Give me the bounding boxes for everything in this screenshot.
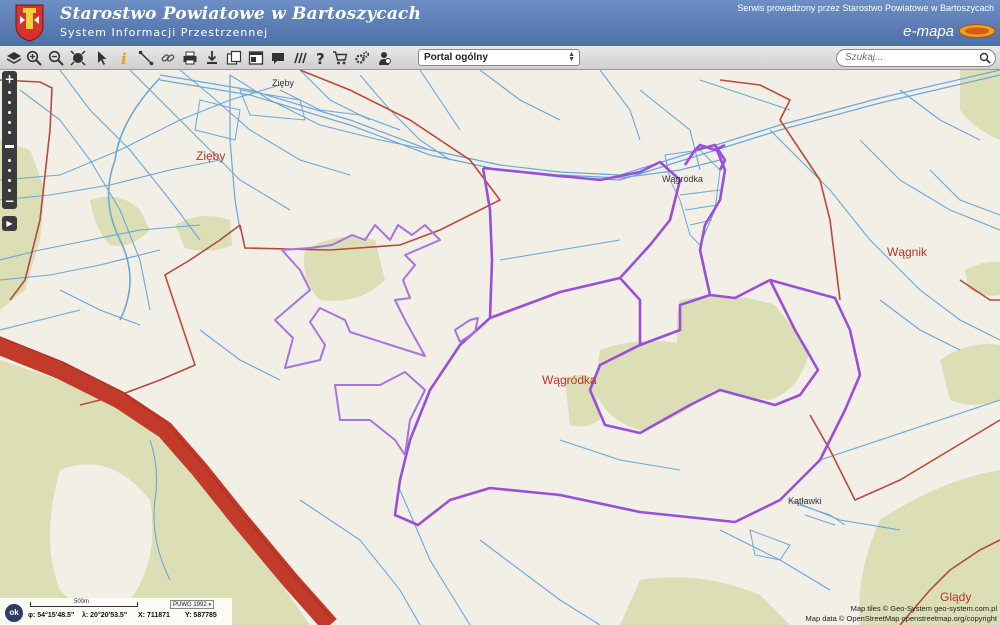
zoom-plus-icon[interactable]: + xyxy=(2,73,17,85)
portal-select-value: Portal ogólny xyxy=(424,52,488,63)
info-icon[interactable]: i xyxy=(115,49,133,67)
expand-panel-icon[interactable]: ▶ xyxy=(2,216,17,231)
toolbar: i ? Portal ogólny ▲ ▼ xyxy=(0,46,1000,70)
help-icon[interactable]: ? xyxy=(311,49,329,67)
zoom-tick xyxy=(8,101,11,104)
place-wagrodka-small-label: Wągródka xyxy=(662,174,704,184)
ok-button[interactable]: ok xyxy=(4,603,24,623)
scale-label: 500m xyxy=(74,599,90,605)
svg-text:?: ? xyxy=(316,50,325,66)
place-katlawki-label: Kątławki xyxy=(788,496,822,506)
copy-icon[interactable] xyxy=(225,49,243,67)
zoom-minus-icon[interactable]: − xyxy=(2,195,17,207)
portal-select[interactable]: Portal ogólny ▲ ▼ xyxy=(418,49,580,66)
search-input[interactable] xyxy=(845,52,965,63)
print-icon[interactable] xyxy=(181,49,199,67)
app-title: Starostwo Powiatowe w Bartoszycach xyxy=(60,4,422,24)
layers-icon[interactable] xyxy=(5,49,23,67)
zoom-tick xyxy=(8,159,11,162)
crs-select[interactable]: PUWG 1992 ▾ xyxy=(170,600,214,609)
window-icon[interactable] xyxy=(247,49,265,67)
cart-icon[interactable] xyxy=(331,49,349,67)
zoom-slider[interactable]: + − xyxy=(2,71,17,209)
place-zieby-label: Zięby xyxy=(196,149,226,163)
latitude-readout: φ: 54°15'48.5" xyxy=(28,612,75,619)
zoom-tick xyxy=(8,189,11,192)
svg-text:i: i xyxy=(121,50,127,66)
download-icon[interactable] xyxy=(203,49,221,67)
hatch-icon[interactable] xyxy=(291,49,309,67)
map-canvas[interactable]: Zięby Zięby Wągródka Wągródka Wągnik Kąt… xyxy=(0,70,1000,625)
zoom-tick xyxy=(8,131,11,134)
place-gledy-label: Glądy xyxy=(940,590,972,604)
zoom-tick xyxy=(8,111,11,114)
service-note: Serwis prowadzony przez Starostwo Powiat… xyxy=(737,3,994,13)
crs-arrow-icon: ▾ xyxy=(208,602,211,608)
select-arrows-icon: ▲ ▼ xyxy=(568,51,575,63)
map-layers xyxy=(0,70,1000,625)
search-box[interactable] xyxy=(836,49,996,67)
longitude-readout: λ: 20°20'53.5" xyxy=(82,612,128,619)
settings-icon[interactable] xyxy=(353,49,371,67)
app-header: Starostwo Powiatowe w Bartoszycach Syste… xyxy=(0,0,1000,46)
place-zieby-small-label: Zięby xyxy=(272,78,295,88)
zoom-tick xyxy=(8,179,11,182)
crs-value: PUWG 1992 xyxy=(173,602,207,608)
search-icon[interactable] xyxy=(979,52,991,64)
comment-icon[interactable] xyxy=(269,49,287,67)
attribution-data[interactable]: Map data © OpenStreetMap openstreetmap.o… xyxy=(806,614,997,623)
place-wagrodka-label: Wągródka xyxy=(542,373,597,387)
link-icon[interactable] xyxy=(159,49,177,67)
brand-name: e-mapa xyxy=(903,23,954,40)
full-extent-icon[interactable] xyxy=(69,49,87,67)
zoom-tick xyxy=(8,169,11,172)
county-crest-icon xyxy=(15,4,44,42)
x-coordinate: X: 711871 xyxy=(138,612,170,619)
user-location-icon[interactable] xyxy=(375,49,393,67)
y-coordinate: Y: 587785 xyxy=(185,612,217,619)
zoom-tick xyxy=(8,121,11,124)
zoom-handle[interactable] xyxy=(5,145,14,148)
zoom-in-icon[interactable] xyxy=(25,49,43,67)
zoom-out-icon[interactable] xyxy=(47,49,65,67)
measure-distance-icon[interactable] xyxy=(137,49,155,67)
place-wagnik-label: Wągnik xyxy=(887,245,928,259)
attribution-tiles[interactable]: Map tiles © Geo-System geo-system.com.pl xyxy=(851,604,997,613)
zoom-tick xyxy=(8,91,11,94)
app-subtitle: System Informacji Przestrzennej xyxy=(60,26,269,39)
emapa-logo-icon xyxy=(958,24,996,38)
pointer-icon[interactable] xyxy=(93,49,111,67)
